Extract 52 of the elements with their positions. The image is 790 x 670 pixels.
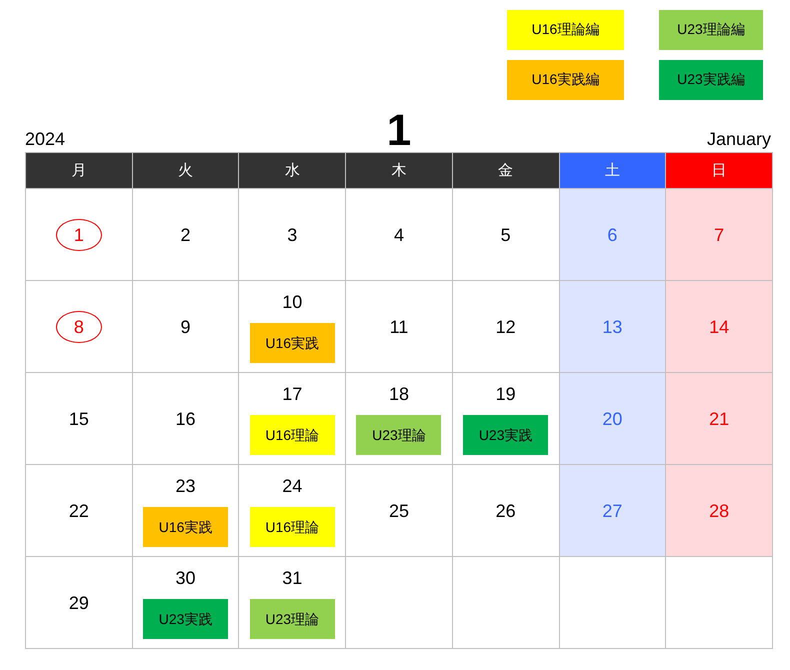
day-number: 16 bbox=[176, 408, 196, 430]
day-number: 14 bbox=[709, 316, 730, 338]
weekday-header: 水 bbox=[238, 152, 346, 188]
day-number: 17 bbox=[282, 382, 302, 404]
legend-label: U23理論編 bbox=[659, 10, 763, 50]
legend-label: U16理論編 bbox=[507, 10, 624, 50]
day-number: 10 bbox=[282, 290, 302, 312]
day-number: 23 bbox=[176, 474, 196, 496]
weekday-header: 土 bbox=[559, 152, 666, 188]
event-tag: U23理論 bbox=[356, 414, 442, 454]
day-number: 12 bbox=[496, 316, 516, 338]
weekday-header: 金 bbox=[452, 152, 560, 188]
event-tag: U16実践 bbox=[143, 506, 228, 546]
day-number: 19 bbox=[496, 382, 516, 404]
day-number: 20 bbox=[602, 408, 622, 430]
day-number: 25 bbox=[388, 500, 409, 522]
weekday-header: 月 bbox=[26, 152, 132, 188]
holiday-date: 1 bbox=[56, 218, 102, 250]
day-number: 2 bbox=[180, 224, 191, 246]
event-tag: U23理論 bbox=[250, 598, 335, 638]
legend-label: U23実践編 bbox=[659, 60, 763, 100]
event-tag: U16理論 bbox=[250, 414, 335, 454]
day-number: 30 bbox=[176, 566, 196, 588]
legend-label: U16実践編 bbox=[507, 60, 624, 100]
weekday-header: 木 bbox=[346, 152, 452, 188]
event-tag: U23実践 bbox=[143, 598, 228, 638]
year-label: 2024 bbox=[25, 129, 66, 151]
month-name: January bbox=[706, 129, 772, 151]
holiday-date: 8 bbox=[56, 310, 102, 342]
day-number: 15 bbox=[68, 408, 89, 430]
day-number: 18 bbox=[388, 382, 409, 404]
weekday-header: 火 bbox=[132, 152, 239, 188]
event-tag: U16理論 bbox=[250, 506, 335, 546]
day-number: 13 bbox=[602, 316, 622, 338]
day-number: 26 bbox=[496, 500, 516, 522]
day-number: 4 bbox=[394, 224, 404, 246]
day-number: 28 bbox=[709, 500, 730, 522]
day-number: 5 bbox=[500, 224, 511, 246]
day-number: 9 bbox=[180, 316, 191, 338]
day-number: 22 bbox=[68, 500, 89, 522]
day-number: 7 bbox=[714, 224, 724, 246]
day-number: 31 bbox=[282, 566, 302, 588]
event-tag: U16実践 bbox=[250, 322, 335, 362]
day-number: 11 bbox=[390, 316, 408, 338]
day-number: 24 bbox=[282, 474, 302, 496]
day-number: 29 bbox=[68, 592, 89, 614]
weekday-header: 日 bbox=[666, 152, 772, 188]
day-number: 21 bbox=[709, 408, 730, 430]
day-number: 6 bbox=[607, 224, 618, 246]
day-number: 3 bbox=[287, 224, 298, 246]
day-number: 27 bbox=[602, 500, 622, 522]
event-tag: U23実践 bbox=[463, 414, 548, 454]
